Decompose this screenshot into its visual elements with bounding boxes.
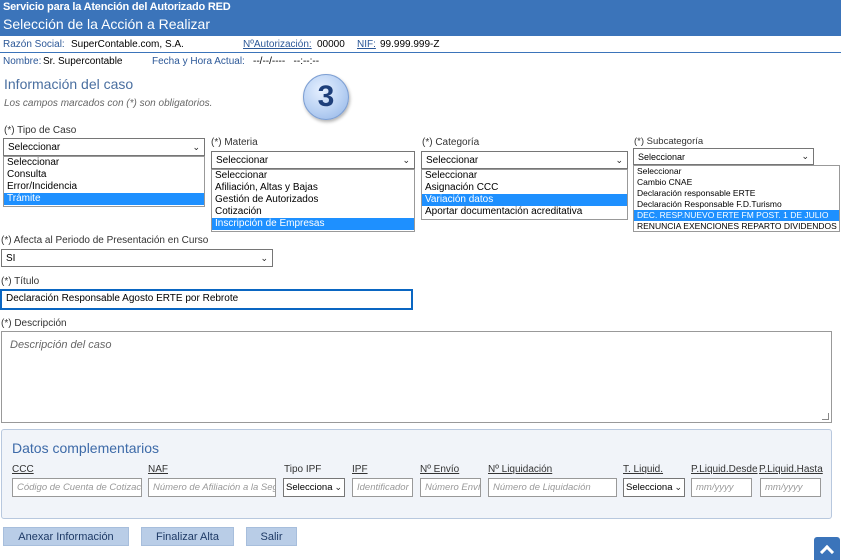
salir-button[interactable]: Salir xyxy=(246,527,297,546)
tipo-caso-option[interactable]: Error/Incidencia xyxy=(4,181,204,193)
materia-label: (*) Materia xyxy=(211,137,258,148)
titulo-input[interactable]: Declaración Responsable Agosto ERTE por … xyxy=(0,289,413,310)
tipo-caso-option-selected[interactable]: Trámite xyxy=(4,193,204,205)
categoria-option[interactable]: Seleccionar xyxy=(422,170,627,182)
page-title: Selección de la Acción a Realizar xyxy=(3,16,211,32)
descripcion-textarea[interactable]: Descripción del caso xyxy=(1,331,832,423)
subcategoria-option-selected[interactable]: DEC. RESP.NUEVO ERTE FM POST. 1 DE JULIO xyxy=(634,210,839,221)
materia-option-selected[interactable]: Inscripción de Empresas xyxy=(212,218,414,230)
chevron-down-icon: ⌄ xyxy=(674,482,682,492)
pliquid-hasta-input[interactable]: mm/yyyy xyxy=(760,478,821,497)
subcategoria-option[interactable]: Cambio CNAE xyxy=(634,177,839,188)
subcategoria-select[interactable]: Seleccionar ⌄ xyxy=(633,148,814,165)
chevron-down-icon: ⌄ xyxy=(260,252,268,263)
naf-input[interactable]: Número de Afiliación a la Seguridad Soci… xyxy=(148,478,276,497)
ipf-input[interactable]: Identificador xyxy=(352,478,413,497)
materia-option[interactable]: Cotización xyxy=(212,206,414,218)
anexar-button[interactable]: Anexar Información xyxy=(3,527,129,546)
pliquid-desde-label: P.Liquid.Desde xyxy=(691,464,758,475)
chevron-down-icon: ⌄ xyxy=(615,154,623,165)
chevron-down-icon: ⌄ xyxy=(334,482,342,492)
num-liquidacion-input[interactable]: Número de Liquidación xyxy=(488,478,617,497)
tipo-ipf-value: Seleccionar xyxy=(286,482,334,493)
tipo-caso-value: Seleccionar xyxy=(8,141,61,153)
subcategoria-options: Seleccionar Cambio CNAE Declaración resp… xyxy=(633,165,840,232)
razon-social-value: SuperContable.com, S.A. xyxy=(71,39,184,50)
t-liquid-label: T. Liquid. xyxy=(623,464,664,475)
materia-value: Seleccionar xyxy=(216,154,269,166)
ccc-input[interactable]: Código de Cuenta de Cotización xyxy=(12,478,142,497)
nif-label: NIF: xyxy=(357,39,376,50)
t-liquid-value: Seleccionar xyxy=(626,482,674,493)
caso-section-title: Información del caso xyxy=(4,76,134,92)
header-divider xyxy=(0,52,841,53)
categoria-options: Seleccionar Asignación CCC Variación dat… xyxy=(421,169,628,220)
fecha-label: Fecha y Hora Actual: xyxy=(152,56,245,67)
materia-options: Seleccionar Afiliación, Altas y Bajas Ge… xyxy=(211,169,415,232)
required-hint: Los campos marcados con (*) son obligato… xyxy=(4,98,213,109)
tipo-ipf-select[interactable]: Seleccionar ⌄ xyxy=(283,478,345,497)
subcategoria-value: Seleccionar xyxy=(638,151,686,162)
num-liquidacion-label: Nº Liquidación xyxy=(488,464,553,475)
pliquid-hasta-label: P.Liquid.Hasta xyxy=(759,464,823,475)
subcategoria-label: (*) Subcategoría xyxy=(634,136,704,147)
materia-option[interactable]: Afiliación, Altas y Bajas xyxy=(212,182,414,194)
nombre-value: Sr. Supercontable xyxy=(43,56,123,67)
afecta-select[interactable]: SI ⌄ xyxy=(1,249,273,267)
ccc-label: CCC xyxy=(12,464,34,475)
nif-value: 99.999.999-Z xyxy=(380,39,440,50)
categoria-option[interactable]: Aportar documentación acreditativa xyxy=(422,206,627,218)
razon-social-label: Razón Social: xyxy=(3,39,65,50)
pliquid-desde-input[interactable]: mm/yyyy xyxy=(691,478,752,497)
scroll-top-button[interactable] xyxy=(814,537,840,560)
categoria-select[interactable]: Seleccionar ⌄ xyxy=(421,151,628,169)
step-badge: 3 xyxy=(303,74,349,120)
num-envio-label: Nº Envío xyxy=(420,464,460,475)
afecta-label: (*) Afecta al Periodo de Presentación en… xyxy=(1,235,209,246)
categoria-option[interactable]: Asignación CCC xyxy=(422,182,627,194)
ipf-label: IPF xyxy=(352,464,368,475)
subcategoria-option[interactable]: RENUNCIA EXENCIONES REPARTO DIVIDENDOS xyxy=(634,221,839,232)
tipo-caso-select[interactable]: Seleccionar ⌄ xyxy=(3,138,205,156)
fecha-value: --/--/---- --:--:-- xyxy=(253,56,320,67)
afecta-value: SI xyxy=(6,252,16,264)
categoria-option-selected[interactable]: Variación datos xyxy=(422,194,627,206)
categoria-value: Seleccionar xyxy=(426,154,479,166)
naf-label: NAF xyxy=(148,464,168,475)
nautorizacion-value: 00000 xyxy=(317,39,345,50)
chevron-up-icon xyxy=(819,544,835,559)
descripcion-label: (*) Descripción xyxy=(1,318,67,329)
subcategoria-option[interactable]: Seleccionar xyxy=(634,166,839,177)
titulo-label: (*) Título xyxy=(1,276,40,287)
nautorizacion-label: NºAutorización: xyxy=(243,39,312,50)
finalizar-alta-button[interactable]: Finalizar Alta xyxy=(141,527,234,546)
tipo-caso-option[interactable]: Seleccionar xyxy=(4,157,204,169)
chevron-down-icon: ⌄ xyxy=(801,151,809,161)
subcategoria-option[interactable]: Declaración Responsable F.D.Turismo xyxy=(634,199,839,210)
resize-handle-icon[interactable] xyxy=(822,413,829,420)
tipo-ipf-label: Tipo IPF xyxy=(284,464,322,475)
materia-option[interactable]: Gestión de Autorizados xyxy=(212,194,414,206)
tipo-caso-option[interactable]: Consulta xyxy=(4,169,204,181)
tipo-caso-options: Seleccionar Consulta Error/Incidencia Tr… xyxy=(3,156,205,207)
t-liquid-select[interactable]: Seleccionar ⌄ xyxy=(623,478,685,497)
subcategoria-option[interactable]: Declaración responsable ERTE xyxy=(634,188,839,199)
materia-select[interactable]: Seleccionar ⌄ xyxy=(211,151,415,169)
categoria-label: (*) Categoría xyxy=(422,137,480,148)
service-title: Servicio para la Atención del Autorizado… xyxy=(3,1,231,13)
materia-option[interactable]: Seleccionar xyxy=(212,170,414,182)
descripcion-placeholder: Descripción del caso xyxy=(10,339,112,351)
tipo-caso-label: (*) Tipo de Caso xyxy=(4,125,77,136)
num-envio-input[interactable]: Número Envío xyxy=(420,478,481,497)
nombre-label: Nombre: xyxy=(3,56,42,67)
chevron-down-icon: ⌄ xyxy=(192,141,200,152)
chevron-down-icon: ⌄ xyxy=(402,154,410,165)
complementarios-title: Datos complementarios xyxy=(12,440,160,456)
